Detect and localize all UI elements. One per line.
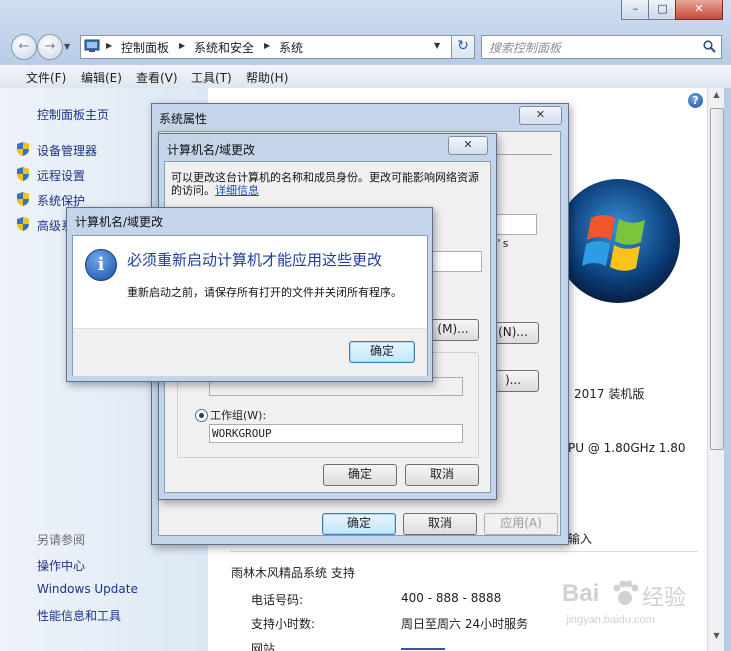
paw-icon [613,580,639,605]
minimize-button[interactable]: – [621,0,650,20]
watermark-url: jingyan.baidu.com [566,614,655,626]
window-border [724,88,731,651]
computer-name-dialog-title: 计算机名/域更改 [167,143,256,157]
forward-button[interactable]: → [37,34,63,60]
restart-alert-dialog: 计算机名/域更改 i 必须重新启动计算机才能应用这些更改 重新启动之前，请保存所… [66,207,433,382]
more-button[interactable]: (M)... [427,319,479,341]
search-input[interactable]: 搜索控制面板 [481,35,722,59]
see-also-heading: 另请参阅 [37,533,86,547]
sidebar-link-action-center[interactable]: 操作中心 [37,557,85,574]
sidebar-link-windows-update[interactable]: Windows Update [37,582,138,596]
system-properties-title: 系统属性 [159,112,208,126]
cancel-button[interactable]: 取消 [403,513,477,535]
control-panel-icon [84,39,100,52]
computer-name-close-button[interactable]: ✕ [448,136,488,155]
navigation-bar: ← → ▼ ▶ 控制面板 ▶ 系统和安全 ▶ 系统 ▼ ↻ 搜索控制面板 [0,29,731,63]
rename-description: 可以更改这台计算机的名称和成员身份。更改可能影响网络资源的访问。详细信息 [165,171,487,197]
support-website-label: 网站 [251,642,276,651]
scroll-thumb[interactable] [710,108,724,450]
restart-alert-heading: 必须重新启动计算机才能应用这些更改 [127,251,383,269]
menu-file[interactable]: 文件(F) [26,69,66,86]
menu-bar: 文件(F) 编辑(E) 查看(V) 工具(T) 帮助(H) [0,65,731,89]
close-button[interactable]: ✕ [675,0,723,20]
info-icon: i [85,249,117,281]
watermark-brand: Bai [562,580,600,607]
menu-edit[interactable]: 编辑(E) [81,69,122,86]
search-placeholder: 搜索控制面板 [489,41,562,55]
sidebar-home-link[interactable]: 控制面板主页 [37,106,109,123]
menu-view[interactable]: 查看(V) [136,69,178,86]
help-icon[interactable]: ? [688,93,703,108]
restart-ok-button[interactable]: 确定 [349,341,415,363]
restart-alert-message: 重新启动之前，请保存所有打开的文件并关闭所有程序。 [127,286,402,299]
rename-cancel-button[interactable]: 取消 [405,464,479,486]
workgroup-radio[interactable] [195,409,208,422]
uac-shield-icon [17,192,29,206]
breadcrumb-system-security[interactable]: 系统和安全 [194,39,254,56]
back-button[interactable]: ← [11,34,37,60]
sidebar-item-device-manager[interactable]: 设备管理器 [37,142,97,159]
ok-button[interactable]: 确定 [322,513,396,535]
sidebar-item-remote-settings[interactable]: 远程设置 [37,167,85,184]
menu-help[interactable]: 帮助(H) [246,69,288,86]
watermark-brand2: 经验 [642,586,687,611]
breadcrumb-system[interactable]: 系统 [279,39,303,56]
support-hours-label: 支持小时数: [251,617,316,631]
pen-touch-text: 输入 [568,532,593,546]
scroll-down-icon[interactable]: ▼ [710,631,723,646]
breadcrumb-control-panel[interactable]: 控制面板 [121,39,169,56]
workgroup-input[interactable]: WORKGROUP [209,424,463,443]
restart-alert-body: i 必须重新启动计算机才能应用这些更改 重新启动之前，请保存所有打开的文件并关闭… [72,235,428,376]
uac-shield-icon [17,167,29,181]
support-phone-label: 电话号码: [251,593,304,607]
uac-shield-icon [17,217,29,231]
sidebar-link-performance[interactable]: 性能信息和工具 [37,607,121,624]
refresh-button[interactable]: ↻ [451,35,475,59]
support-section-title: 雨林木风精品系统 支持 [231,566,355,580]
scroll-up-icon[interactable]: ▲ [710,90,723,105]
restart-alert-title: 计算机名/域更改 [75,215,164,229]
divider [230,551,698,552]
windows-edition-text: 2017 装机版 [574,387,645,401]
breadcrumb-arrow-icon: ▶ [179,41,186,50]
recent-pages-chevron-icon[interactable]: ▼ [64,42,70,51]
cpu-text: PU @ 1.80GHz 1.80 [568,441,686,455]
search-icon[interactable] [703,40,716,53]
address-dropdown-icon[interactable]: ▼ [434,41,440,50]
support-website-link[interactable] [401,645,445,651]
support-hours-value: 周日至周六 24小时服务 [401,617,529,631]
details-link[interactable]: 详细信息 [215,184,259,197]
baidu-watermark: Bai 经验 jingyan.baidu.com [558,574,698,636]
breadcrumb-arrow-icon: ▶ [264,41,271,50]
apply-button[interactable]: 应用(A) [484,513,558,535]
vertical-scrollbar[interactable]: ▲ ▼ [707,88,725,651]
workgroup-label: 工作组(W): [210,409,267,422]
uac-shield-icon [17,142,29,156]
windows-logo-icon [556,179,680,303]
system-properties-close-button[interactable]: ✕ [519,106,562,125]
address-bar[interactable]: ▶ 控制面板 ▶ 系统和安全 ▶ 系统 ▼ [80,35,475,59]
rename-ok-button[interactable]: 确定 [323,464,397,486]
menu-tools[interactable]: 工具(T) [191,69,232,86]
breadcrumb-arrow-icon: ▶ [106,41,113,50]
maximize-button[interactable]: □ [648,0,677,20]
support-phone-value: 400 - 888 - 8888 [401,591,502,605]
